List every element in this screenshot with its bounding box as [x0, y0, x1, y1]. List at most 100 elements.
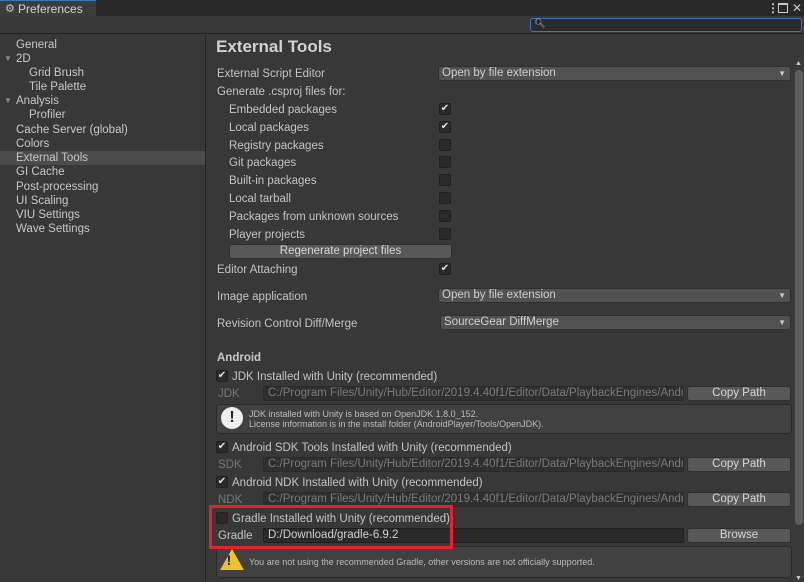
scroll-down-icon[interactable]: ▼ [795, 575, 802, 582]
sidebar-item-label: General [16, 39, 57, 51]
built-in-packages-checkbox[interactable] [439, 174, 451, 186]
chevron-down-icon: ▼ [778, 318, 786, 327]
registry-packages-label: Registry packages [229, 140, 324, 152]
sidebar-item-gi-cache[interactable]: GI Cache [0, 165, 205, 179]
sdk-copy-path-button[interactable]: Copy Path [687, 457, 791, 472]
jdk-copy-path-button[interactable]: Copy Path [687, 386, 791, 401]
jdk-info-line2: License information is in the install fo… [249, 419, 544, 429]
sidebar-item-2d[interactable]: ▼ 2D [0, 52, 205, 66]
sdk-installed-label: Android SDK Tools Installed with Unity (… [232, 442, 512, 454]
ndk-installed-checkbox[interactable]: ✔ [216, 476, 228, 488]
embedded-packages-checkbox[interactable]: ✔ [439, 103, 451, 115]
chevron-down-icon: ▼ [778, 69, 786, 78]
sidebar-item-cache-server[interactable]: Cache Server (global) [0, 123, 205, 137]
page-title: External Tools [216, 37, 332, 56]
jdk-info-box: ! JDK installed with Unity is based on O… [216, 404, 792, 434]
dropdown-value: Open by file extension [442, 67, 556, 79]
jdk-info-line1: JDK installed with Unity is based on Ope… [249, 409, 479, 419]
scroll-up-icon[interactable]: ▲ [795, 60, 802, 67]
search-input[interactable]: 🔍︎ [530, 18, 802, 32]
jdk-installed-checkbox[interactable]: ✔ [216, 370, 228, 382]
sidebar-item-colors[interactable]: Colors [0, 137, 205, 151]
sidebar-item-ui-scaling[interactable]: UI Scaling [0, 194, 205, 208]
dropdown-value: SourceGear DiffMerge [444, 316, 559, 328]
sidebar-item-general[interactable]: General [0, 38, 205, 52]
image-application-dropdown[interactable]: Open by file extension ▼ [438, 288, 791, 303]
sidebar-item-analysis[interactable]: ▼ Analysis [0, 94, 205, 108]
chevron-down-icon: ▼ [778, 291, 786, 300]
built-in-packages-label: Built-in packages [229, 175, 317, 187]
sidebar-item-label: Wave Settings [16, 223, 90, 235]
git-packages-checkbox[interactable] [439, 156, 451, 168]
scrollbar-thumb[interactable] [795, 70, 803, 525]
sidebar-item-profiler[interactable]: Profiler [0, 108, 205, 122]
local-packages-label: Local packages [229, 122, 309, 134]
git-packages-label: Git packages [229, 157, 297, 169]
sidebar-item-label: Profiler [29, 109, 66, 121]
external-tools-panel: External Tools External Script Editor Op… [207, 35, 793, 582]
gradle-highlight-annotation [209, 505, 453, 549]
gradle-warning-text: You are not using the recommended Gradle… [249, 557, 595, 567]
sidebar-item-label: 2D [16, 53, 31, 65]
info-icon: ! [221, 407, 243, 429]
gradle-warning-box: ! You are not using the recommended Grad… [216, 546, 792, 578]
sidebar-item-label: Grid Brush [29, 67, 84, 79]
sdk-field-label: SDK [218, 459, 242, 471]
dropdown-value: Open by file extension [442, 289, 556, 301]
expand-arrow-icon[interactable]: ▼ [4, 52, 12, 66]
preferences-sidebar: General ▼ 2D Grid Brush Tile Palette ▼ Ana… [0, 35, 206, 582]
sidebar-item-label: Post-processing [16, 181, 99, 193]
sidebar-item-label: Colors [16, 138, 50, 150]
sidebar-item-external-tools[interactable]: External Tools [0, 151, 205, 165]
android-section-header: Android [217, 352, 262, 364]
unknown-sources-label: Packages from unknown sources [229, 211, 399, 223]
sidebar-item-viu-settings[interactable]: VIU Settings [0, 208, 205, 222]
external-script-editor-dropdown[interactable]: Open by file extension ▼ [438, 66, 791, 81]
player-projects-checkbox[interactable] [439, 228, 451, 240]
embedded-packages-label: Embedded packages [229, 104, 338, 116]
revision-control-label: Revision Control Diff/Merge [217, 318, 358, 330]
regenerate-project-files-button[interactable]: Regenerate project files [229, 244, 452, 259]
local-tarball-label: Local tarball [229, 193, 292, 205]
sidebar-item-grid-brush[interactable]: Grid Brush [0, 66, 205, 80]
gear-icon: ⚙ [5, 2, 15, 15]
sidebar-item-wave-settings[interactable]: Wave Settings [0, 222, 205, 236]
local-tarball-checkbox[interactable] [439, 192, 451, 204]
warning-icon [220, 549, 244, 570]
sdk-path-field[interactable]: C:/Program Files/Unity/Hub/Editor/2019.4… [263, 457, 684, 472]
jdk-field-label: JDK [218, 388, 240, 400]
editor-attaching-checkbox[interactable]: ✔ [439, 263, 451, 275]
sidebar-item-label: External Tools [16, 152, 89, 164]
warning-mark: ! [226, 552, 232, 568]
preferences-tab[interactable]: ⚙ Preferences [0, 0, 96, 16]
ndk-installed-label: Android NDK Installed with Unity (recomm… [232, 477, 483, 489]
external-script-editor-label: External Script Editor [217, 68, 326, 80]
sidebar-item-label: VIU Settings [16, 209, 80, 221]
revision-control-dropdown[interactable]: SourceGear DiffMerge ▼ [440, 315, 791, 330]
sdk-installed-checkbox[interactable]: ✔ [216, 441, 228, 453]
title-bar: ⚙ Preferences ⋮ ✕ [0, 0, 804, 16]
sidebar-item-label: GI Cache [16, 166, 65, 178]
image-application-label: Image application [217, 291, 308, 303]
jdk-installed-label: JDK Installed with Unity (recommended) [232, 371, 438, 383]
generate-csproj-label: Generate .csproj files for: [217, 86, 346, 98]
vertical-scrollbar[interactable]: ▲ ▼ [793, 58, 804, 582]
jdk-path-field[interactable]: C:/Program Files/Unity/Hub/Editor/2019.4… [263, 386, 684, 401]
sidebar-item-tile-palette[interactable]: Tile Palette [0, 80, 205, 94]
toolbar: 🔍︎ [0, 16, 804, 34]
local-packages-checkbox[interactable]: ✔ [439, 121, 451, 133]
editor-attaching-label: Editor Attaching [217, 264, 298, 276]
registry-packages-checkbox[interactable] [439, 139, 451, 151]
sidebar-item-label: Analysis [16, 95, 59, 107]
close-icon[interactable]: ✕ [792, 1, 802, 15]
expand-arrow-icon[interactable]: ▼ [4, 94, 12, 108]
unknown-sources-checkbox[interactable] [439, 210, 451, 222]
gradle-browse-button[interactable]: Browse [687, 528, 791, 543]
tab-title: Preferences [18, 1, 83, 16]
search-icon: 🔍︎ [534, 18, 546, 28]
ndk-copy-path-button[interactable]: Copy Path [687, 492, 791, 507]
maximize-icon[interactable] [778, 3, 788, 13]
player-projects-label: Player projects [229, 229, 306, 241]
sidebar-item-post-processing[interactable]: Post-processing [0, 180, 205, 194]
sidebar-item-label: Cache Server (global) [16, 124, 128, 136]
